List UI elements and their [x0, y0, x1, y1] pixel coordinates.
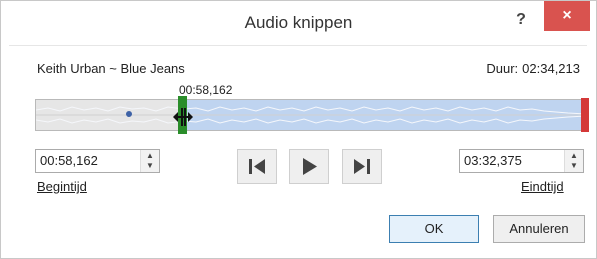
dialog-title: Audio knippen — [244, 13, 353, 32]
close-button[interactable]: × — [544, 1, 590, 31]
playhead[interactable] — [126, 111, 132, 117]
play-button[interactable] — [289, 149, 329, 184]
cancel-button[interactable]: Annuleren — [493, 215, 585, 243]
waveform — [36, 106, 586, 124]
decrease-icon[interactable]: ▼ — [565, 161, 583, 171]
duration-label: Duur: — [486, 61, 519, 76]
help-button[interactable]: ? — [511, 11, 531, 31]
next-frame-button[interactable] — [342, 149, 382, 184]
start-time-spinner[interactable]: ▲ ▼ — [140, 150, 159, 172]
end-time-field[interactable]: 03:32,375 ▲ ▼ — [459, 149, 584, 173]
end-time-value[interactable]: 03:32,375 — [464, 153, 522, 168]
resize-cursor-icon — [173, 108, 193, 126]
decrease-icon[interactable]: ▼ — [141, 161, 159, 171]
title-bar: Audio knippen ? × — [1, 1, 596, 45]
end-trim-handle[interactable] — [581, 98, 589, 132]
ok-button[interactable]: OK — [389, 215, 479, 243]
duration-value: 02:34,213 — [522, 61, 580, 76]
audio-timeline[interactable] — [35, 96, 589, 134]
increase-icon[interactable]: ▲ — [565, 151, 583, 161]
song-title: Keith Urban ~ Blue Jeans — [37, 61, 185, 76]
start-marker-time: 00:58,162 — [179, 83, 233, 97]
title-separator — [9, 45, 587, 46]
previous-frame-button[interactable] — [237, 149, 277, 184]
duration-display: Duur: 02:34,213 — [486, 61, 580, 76]
trim-audio-dialog: Audio knippen ? × Keith Urban ~ Blue Jea… — [0, 0, 597, 259]
start-time-label: Begintijd — [37, 179, 87, 194]
end-time-spinner[interactable]: ▲ ▼ — [564, 150, 583, 172]
play-icon — [303, 158, 317, 175]
increase-icon[interactable]: ▲ — [141, 151, 159, 161]
previous-frame-icon — [249, 159, 265, 174]
next-frame-icon — [354, 159, 370, 174]
end-time-label: Eindtijd — [521, 179, 564, 194]
start-time-value[interactable]: 00:58,162 — [40, 153, 98, 168]
start-time-field[interactable]: 00:58,162 ▲ ▼ — [35, 149, 160, 173]
